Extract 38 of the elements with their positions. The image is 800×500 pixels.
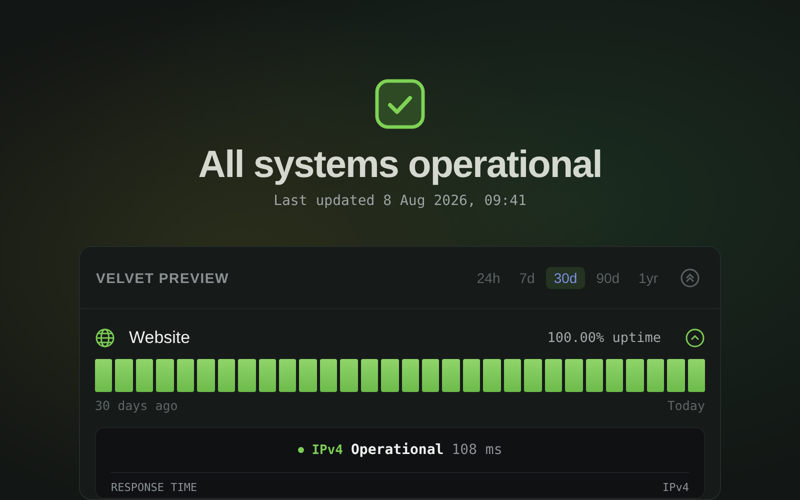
- protocol-label: IPv4: [312, 442, 343, 458]
- uptime-bar[interactable]: [176, 359, 194, 392]
- state-text: Operational: [351, 442, 444, 458]
- axis-end-label: Today: [667, 398, 705, 413]
- panel-title: VELVET PREVIEW: [96, 270, 230, 286]
- range-tab[interactable]: 90d: [588, 266, 628, 288]
- check-icon: [374, 78, 426, 130]
- section-label: RESPONSE TIME: [111, 481, 198, 494]
- legend-label: IPv4: [662, 481, 689, 494]
- range-tab[interactable]: 7d: [511, 266, 543, 288]
- uptime-text: 100.00% uptime: [547, 330, 661, 346]
- uptime-bar[interactable]: [462, 359, 480, 392]
- uptime-bar[interactable]: [422, 359, 440, 392]
- range-tab[interactable]: 1yr: [630, 266, 666, 288]
- uptime-bar[interactable]: [360, 359, 378, 392]
- uptime-bar[interactable]: [586, 359, 603, 392]
- uptime-bar[interactable]: [258, 359, 276, 392]
- range-tab[interactable]: 30d: [546, 266, 586, 288]
- range-tab[interactable]: 24h: [468, 266, 508, 288]
- uptime-bar[interactable]: [646, 359, 664, 392]
- globe-icon: [95, 328, 115, 348]
- uptime-bar[interactable]: [136, 359, 154, 392]
- status-title: All systems operational: [198, 144, 602, 187]
- uptime-bar[interactable]: [278, 359, 296, 392]
- uptime-bar[interactable]: [606, 359, 624, 392]
- uptime-bar[interactable]: [688, 359, 706, 392]
- uptime-bar[interactable]: [218, 359, 236, 392]
- uptime-bar[interactable]: [95, 359, 112, 392]
- axis-start-label: 30 days ago: [95, 398, 178, 413]
- uptime-bar[interactable]: [504, 359, 522, 392]
- expand-toggle-icon[interactable]: [685, 328, 705, 348]
- last-updated-text: Last updated 8 Aug 2026, 09:41: [274, 193, 526, 209]
- collapse-all-icon[interactable]: [680, 268, 700, 288]
- uptime-bar[interactable]: [544, 359, 562, 392]
- latency-text: 108 ms: [452, 442, 502, 458]
- uptime-bar[interactable]: [402, 359, 419, 392]
- service-name: Website: [129, 328, 192, 348]
- uptime-bar[interactable]: [320, 359, 338, 392]
